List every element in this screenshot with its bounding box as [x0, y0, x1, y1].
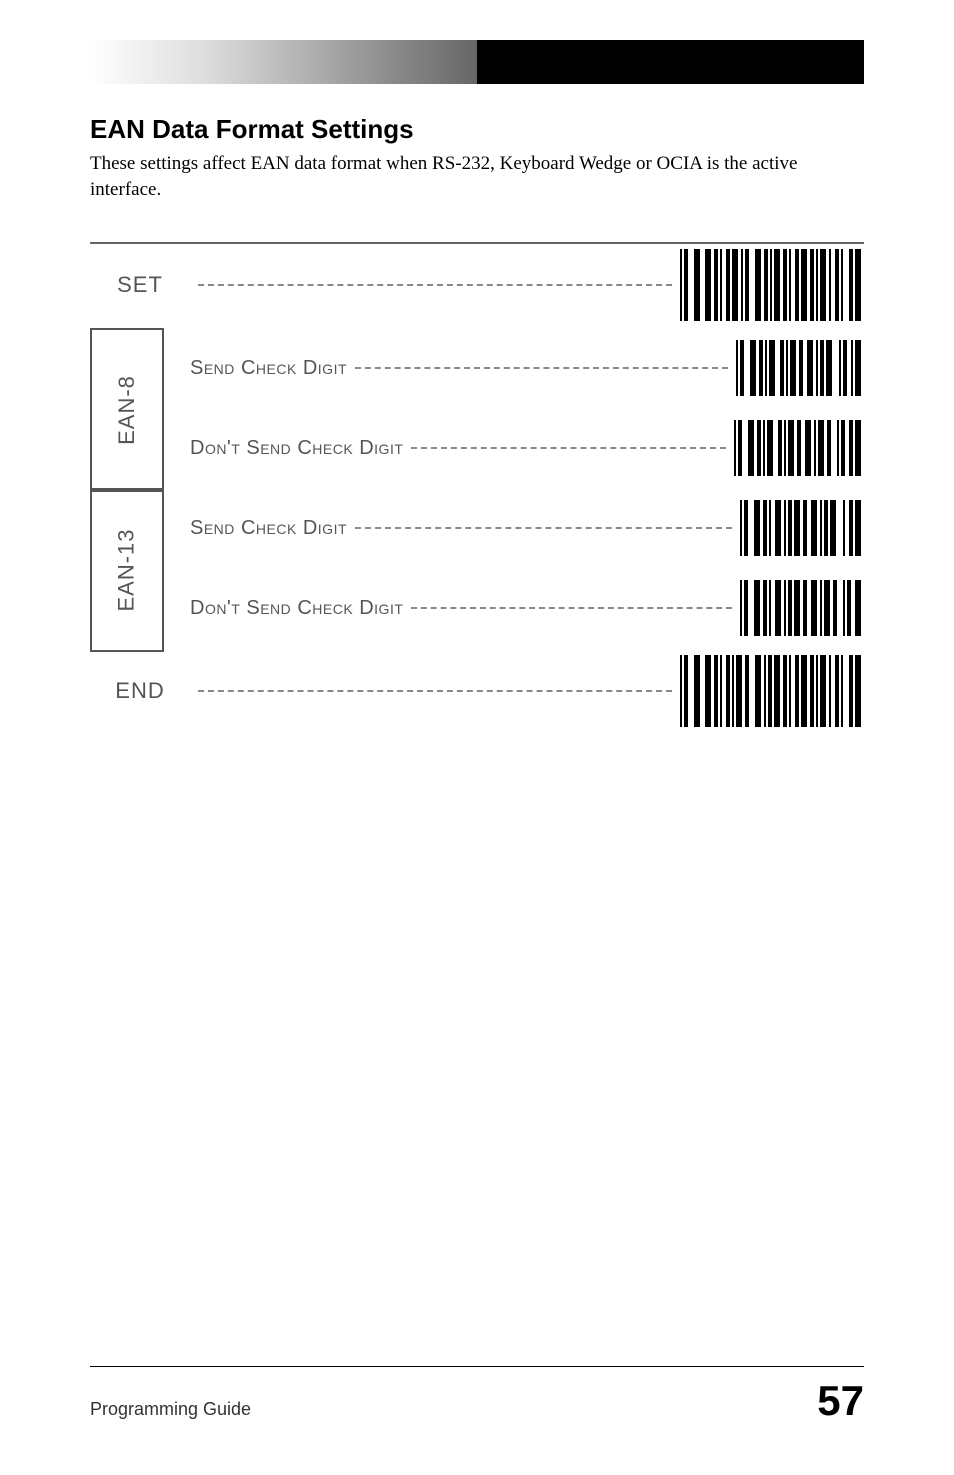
group-ean8: EAN-8	[90, 328, 164, 492]
option-ean13-send: Send Check Digit	[190, 517, 347, 540]
page-title: EAN Data Format Settings	[90, 114, 864, 145]
page-footer: Programming Guide 57	[90, 1366, 864, 1425]
barcode-ean13-dont-send	[740, 580, 864, 636]
group-ean8-label: EAN-8	[114, 375, 140, 445]
barcode-ean8-dont-send	[734, 420, 864, 476]
group-ean13-label: EAN-13	[114, 529, 140, 612]
leader-line	[198, 690, 672, 692]
footer-page-number: 57	[817, 1377, 864, 1425]
leader-line	[411, 447, 726, 449]
option-ean8-dont-send: Don't Send Check Digit	[190, 437, 403, 460]
intro-text: These settings affect EAN data format wh…	[90, 151, 864, 202]
group-ean13: EAN-13	[90, 488, 164, 652]
leader-line	[411, 607, 732, 609]
settings-diagram: SET EAN-8 Send Check Digit Don't Send Ch…	[90, 242, 864, 734]
leader-line	[355, 527, 732, 529]
barcode-end	[680, 655, 864, 727]
leader-line	[355, 367, 728, 369]
leader-line	[198, 284, 672, 286]
barcode-ean8-send	[736, 340, 864, 396]
barcode-ean13-send	[740, 500, 864, 556]
end-label: END	[90, 678, 190, 704]
divider	[90, 242, 864, 244]
header-gradient-bar	[90, 40, 864, 84]
footer-left: Programming Guide	[90, 1399, 251, 1420]
option-ean13-dont-send: Don't Send Check Digit	[190, 597, 403, 620]
set-label: SET	[90, 272, 190, 298]
barcode-set	[680, 249, 864, 321]
option-ean8-send: Send Check Digit	[190, 357, 347, 380]
